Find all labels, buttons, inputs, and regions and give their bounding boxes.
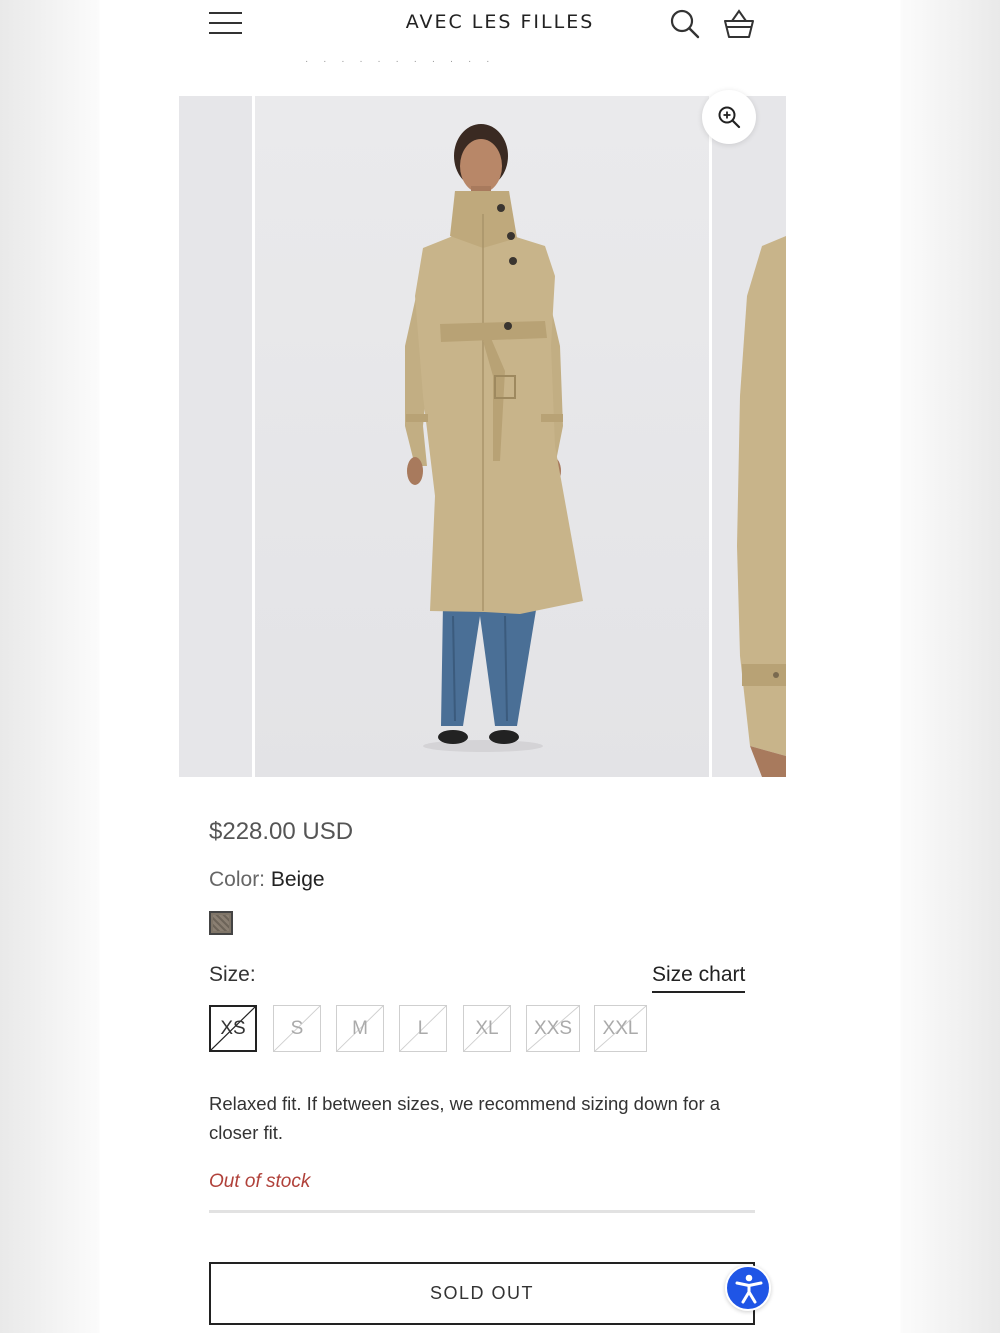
search-icon bbox=[670, 9, 700, 39]
color-swatch-beige[interactable] bbox=[209, 911, 233, 935]
product-price: $228.00 USD bbox=[209, 818, 354, 845]
product-image bbox=[405, 124, 583, 752]
divider bbox=[209, 1210, 755, 1213]
size-label: Size: bbox=[209, 963, 256, 986]
color-label: Color: bbox=[209, 868, 266, 891]
size-option-xs[interactable]: XS bbox=[209, 1005, 257, 1052]
cart-icon bbox=[724, 9, 754, 38]
size-option-label: XXS bbox=[533, 1018, 573, 1039]
size-option-m[interactable]: M bbox=[336, 1005, 384, 1052]
gallery-slide-main[interactable] bbox=[255, 96, 709, 777]
cart-button[interactable] bbox=[722, 8, 756, 40]
size-option-s[interactable]: S bbox=[273, 1005, 321, 1052]
stock-status: Out of stock bbox=[209, 1171, 311, 1192]
size-option-l[interactable]: L bbox=[399, 1005, 447, 1052]
gallery-slide-previous[interactable] bbox=[179, 96, 252, 777]
size-option-xxl[interactable]: XXL bbox=[594, 1005, 647, 1052]
zoom-button[interactable] bbox=[702, 90, 756, 144]
size-option-label: S bbox=[290, 1018, 304, 1039]
color-row: Color: Beige bbox=[209, 868, 325, 892]
size-option-label: M bbox=[352, 1018, 368, 1039]
product-page: AVEC LES FILLES · · · · · · · · · · · $2… bbox=[100, 0, 900, 1333]
size-option-xl[interactable]: XL bbox=[463, 1005, 511, 1052]
brand-logo[interactable]: AVEC LES FILLES bbox=[100, 11, 900, 33]
fit-note: Relaxed fit. If between sizes, we recomm… bbox=[209, 1093, 721, 1143]
accessibility-button[interactable] bbox=[725, 1265, 771, 1311]
color-value: Beige bbox=[270, 868, 325, 891]
size-option-label: XXL bbox=[602, 1018, 639, 1039]
pager-dots: · · · · · · · · · · · bbox=[305, 56, 496, 67]
accessibility-icon bbox=[735, 1274, 763, 1304]
size-option-label: L bbox=[417, 1018, 429, 1039]
zoom-in-icon bbox=[718, 106, 741, 129]
size-option-label: XL bbox=[475, 1018, 499, 1039]
size-option-xxs[interactable]: XXS bbox=[526, 1005, 580, 1052]
product-image-next bbox=[737, 236, 786, 777]
sold-out-button[interactable]: SOLD OUT bbox=[209, 1262, 755, 1325]
gallery-slide-next[interactable] bbox=[712, 96, 786, 777]
size-chart-link[interactable]: Size chart bbox=[652, 963, 746, 993]
search-button[interactable] bbox=[669, 8, 701, 40]
size-option-label: XS bbox=[220, 1018, 246, 1039]
product-gallery[interactable] bbox=[179, 96, 786, 777]
